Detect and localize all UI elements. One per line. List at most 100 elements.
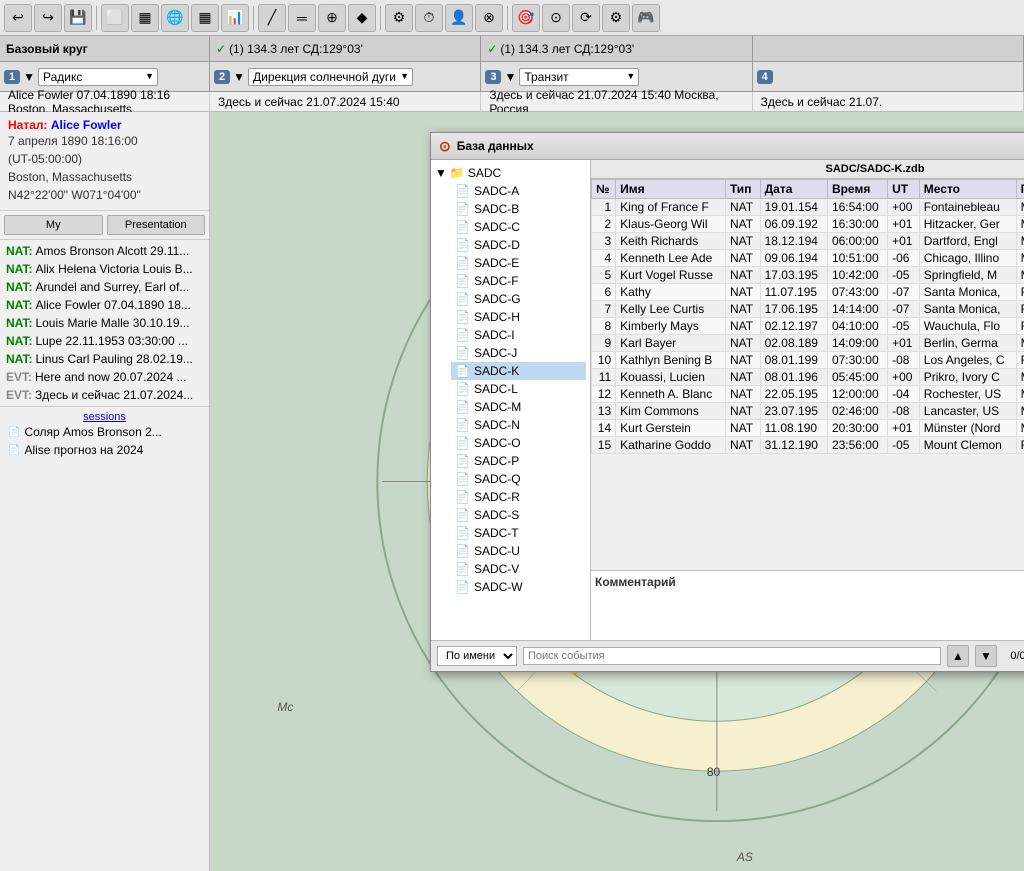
settings-btn[interactable]: ⚙ — [385, 4, 413, 32]
col-ut[interactable]: UT — [888, 180, 920, 199]
save-btn[interactable]: 💾 — [64, 4, 92, 32]
hline-btn[interactable]: ═ — [288, 4, 316, 32]
table-cell: NAT — [725, 437, 760, 454]
table-cell: 16:30:00 — [827, 216, 887, 233]
tree-item-sadc-f[interactable]: 📄 SADC-F — [451, 272, 586, 290]
tree-item-sadc-h[interactable]: 📄 SADC-H — [451, 308, 586, 326]
tree-item-sadc-s[interactable]: 📄 SADC-S — [451, 506, 586, 524]
col-name[interactable]: Имя — [616, 180, 726, 199]
sort-select[interactable]: По имени — [437, 646, 517, 666]
forward-btn[interactable]: ↪ — [34, 4, 62, 32]
search-input[interactable] — [523, 647, 941, 665]
person-item[interactable]: EVT: Здесь и сейчас 21.07.2024... — [2, 386, 207, 404]
tree-item-sadc-m[interactable]: 📄 SADC-M — [451, 398, 586, 416]
refresh-btn[interactable]: ⟳ — [572, 4, 600, 32]
panel2-arrow[interactable]: ▼ — [233, 70, 245, 84]
tree-item-sadc-t[interactable]: 📄 SADC-T — [451, 524, 586, 542]
person-item[interactable]: NAT: Lupe 22.11.1953 03:30:00 ... — [2, 332, 207, 350]
cross-btn[interactable]: ⊕ — [318, 4, 346, 32]
table-row[interactable]: 5Kurt Vogel RusseNAT17.03.19510:42:00-05… — [592, 267, 1024, 284]
chart-btn[interactable]: 📊 — [221, 4, 249, 32]
table-row[interactable]: 11Kouassi, LucienNAT08.01.19605:45:00+00… — [592, 369, 1024, 386]
table-row[interactable]: 9Karl BayerNAT02.08.18914:09:00+01Berlin… — [592, 335, 1024, 352]
back-btn[interactable]: ↩ — [4, 4, 32, 32]
line-btn[interactable]: ╱ — [258, 4, 286, 32]
config-btn[interactable]: ⚙ — [602, 4, 630, 32]
person-item[interactable]: NAT: Amos Bronson Alcott 29.11... — [2, 242, 207, 260]
tree-item-sadc-e[interactable]: 📄 SADC-E — [451, 254, 586, 272]
tree-item-sadc-a[interactable]: 📄 SADC-A — [451, 182, 586, 200]
presentation-button[interactable]: Presentation — [107, 215, 206, 235]
table-row[interactable]: 15Katharine GoddoNAT31.12.19023:56:00-05… — [592, 437, 1024, 454]
table-cell: Chicago, Illino — [919, 250, 1016, 267]
table-row[interactable]: 6KathyNAT11.07.19507:43:00-07Santa Monic… — [592, 284, 1024, 301]
tree-item-sadc-o[interactable]: 📄 SADC-O — [451, 434, 586, 452]
table-row[interactable]: 3Keith RichardsNAT18.12.19406:00:00+01Da… — [592, 233, 1024, 250]
tree-item-sadc-q[interactable]: 📄 SADC-Q — [451, 470, 586, 488]
modal-footer: По имени ▲ ▼ 0/0 👁 — [431, 640, 1024, 671]
col-time[interactable]: Время — [827, 180, 887, 199]
table-row[interactable]: 8Kimberly MaysNAT02.12.19704:10:00-05Wau… — [592, 318, 1024, 335]
table-row[interactable]: 10Kathlyn Bening BNAT08.01.19907:30:00-0… — [592, 352, 1024, 369]
tree-item-sadc-g[interactable]: 📄 SADC-G — [451, 290, 586, 308]
tree-item-sadc-b[interactable]: 📄 SADC-B — [451, 200, 586, 218]
tree-item-sadc-w[interactable]: 📄 SADC-W — [451, 578, 586, 596]
person-item[interactable]: NAT: Louis Marie Malle 30.10.19... — [2, 314, 207, 332]
tree-item-sadc-k[interactable]: 📄 SADC-K — [451, 362, 586, 380]
person-item[interactable]: NAT: Linus Carl Pauling 28.02.19... — [2, 350, 207, 368]
col-gender[interactable]: Пол — [1016, 180, 1024, 199]
grid-btn[interactable]: ▦ — [131, 4, 159, 32]
tree-item-sadc-p[interactable]: 📄 SADC-P — [451, 452, 586, 470]
person-item[interactable]: NAT: Arundel and Surrey, Earl of... — [2, 278, 207, 296]
table-row[interactable]: 7Kelly Lee CurtisNAT17.06.19514:14:00-07… — [592, 301, 1024, 318]
table-row[interactable]: 12Kenneth A. BlancNAT22.05.19512:00:00-0… — [592, 386, 1024, 403]
tree-item-sadc-r[interactable]: 📄 SADC-R — [451, 488, 586, 506]
tree-item-label: SADC-U — [474, 544, 520, 558]
data-table[interactable]: № Имя Тип Дата Время UT Место Пол RR Р — [591, 179, 1024, 570]
tree-item-sadc-d[interactable]: 📄 SADC-D — [451, 236, 586, 254]
col-type[interactable]: Тип — [725, 180, 760, 199]
cancel-btn[interactable]: ⊗ — [475, 4, 503, 32]
tree-item-sadc-v[interactable]: 📄 SADC-V — [451, 560, 586, 578]
sessions-link[interactable]: sessions — [4, 411, 205, 423]
table-row[interactable]: 13Kim CommonsNAT23.07.19502:46:00-08Lanc… — [592, 403, 1024, 420]
user-btn[interactable]: 👤 — [445, 4, 473, 32]
new-chart-btn[interactable]: ⬜ — [101, 4, 129, 32]
my-button[interactable]: My — [4, 215, 103, 235]
panel1-dropdown[interactable]: Радикс ▼ — [38, 68, 158, 86]
person-item[interactable]: EVT: Here and now 20.07.2024 ... — [2, 368, 207, 386]
person-item[interactable]: NAT: Alice Fowler 07.04.1890 18... — [2, 296, 207, 314]
tree-item-sadc-u[interactable]: 📄 SADC-U — [451, 542, 586, 560]
session-item[interactable]: 📄 Alise прогноз на 2024 — [4, 441, 205, 459]
table-row[interactable]: 4Kenneth Lee AdeNAT09.06.19410:51:00-06C… — [592, 250, 1024, 267]
col-date[interactable]: Дата — [760, 180, 827, 199]
gamepad-btn[interactable]: 🎮 — [632, 4, 660, 32]
tree-item-sadc-c[interactable]: 📄 SADC-C — [451, 218, 586, 236]
circle-btn[interactable]: ⊙ — [542, 4, 570, 32]
tree-item-sadc-i[interactable]: 📄 SADC-I — [451, 326, 586, 344]
prev-btn[interactable]: ▲ — [947, 645, 969, 667]
clock-btn[interactable]: ⏱ — [415, 4, 443, 32]
table-row[interactable]: 14Kurt GersteinNAT11.08.19020:30:00+01Mü… — [592, 420, 1024, 437]
col-place[interactable]: Место — [919, 180, 1016, 199]
table-cell: 14:09:00 — [827, 335, 887, 352]
panel2-dropdown[interactable]: Дирекция солнечной дуги ▼ — [248, 68, 413, 86]
col-num[interactable]: № — [592, 180, 616, 199]
table-row[interactable]: 2Klaus-Georg WilNAT06.09.19216:30:00+01H… — [592, 216, 1024, 233]
panel1-arrow[interactable]: ▼ — [23, 70, 35, 84]
tree-item-sadc-j[interactable]: 📄 SADC-J — [451, 344, 586, 362]
diamond-btn[interactable]: ◆ — [348, 4, 376, 32]
next-btn[interactable]: ▼ — [975, 645, 997, 667]
tree-item-label: SADC-G — [474, 292, 521, 306]
table-row[interactable]: 1King of France FNAT19.01.15416:54:00+00… — [592, 199, 1024, 216]
tree-item-sadc-l[interactable]: 📄 SADC-L — [451, 380, 586, 398]
tree-root-item[interactable]: ▼ 📁 SADC — [435, 164, 586, 182]
panel3-dropdown[interactable]: Транзит ▼ — [519, 68, 639, 86]
person-item[interactable]: NAT: Alix Helena Victoria Louis B... — [2, 260, 207, 278]
session-item[interactable]: 📄 Соляр Amos Bronson 2... — [4, 423, 205, 441]
table-btn[interactable]: ▦ — [191, 4, 219, 32]
target-btn[interactable]: 🎯 — [512, 4, 540, 32]
tree-item-sadc-n[interactable]: 📄 SADC-N — [451, 416, 586, 434]
panel3-arrow[interactable]: ▼ — [504, 70, 516, 84]
globe-btn[interactable]: 🌐 — [161, 4, 189, 32]
